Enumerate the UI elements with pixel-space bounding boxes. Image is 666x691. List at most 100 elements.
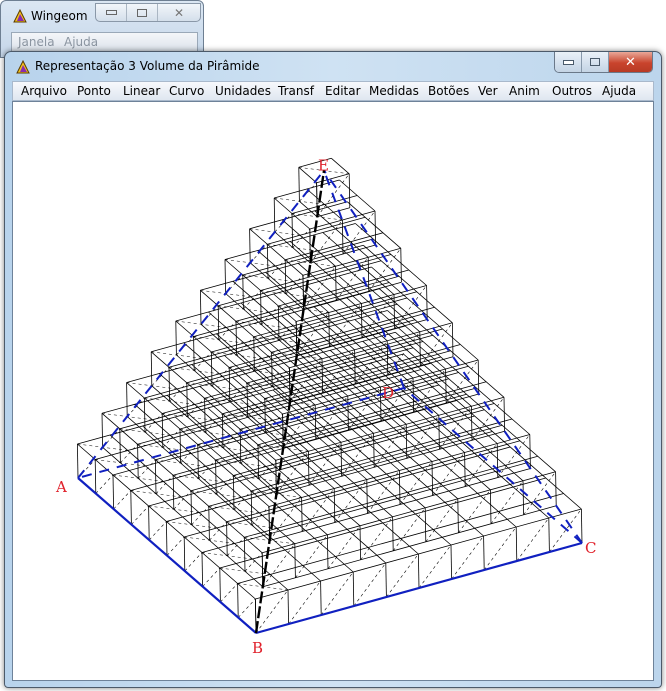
cube-edge	[101, 331, 396, 414]
cube-edge	[399, 470, 401, 505]
hidden-cube-edge	[276, 451, 309, 495]
cube-edge	[555, 471, 557, 506]
cube-edge	[130, 490, 132, 525]
cube-edge	[168, 367, 170, 402]
hidden-cube-edge	[360, 516, 393, 560]
cube-edge	[219, 567, 221, 603]
cube-edge	[249, 262, 304, 310]
cube-edge	[490, 489, 492, 524]
cube-edge	[347, 395, 349, 431]
cube-edge	[522, 480, 524, 515]
cube-edge	[328, 312, 330, 347]
cube-edge	[320, 580, 322, 616]
hidden-cube-edge	[202, 567, 221, 587]
point-label-b: B	[252, 639, 263, 657]
hidden-cube-edge	[308, 442, 342, 486]
cube-edge	[340, 442, 342, 477]
cube-edge	[237, 493, 564, 584]
cube-edge	[294, 543, 296, 578]
cube-edge	[112, 474, 114, 510]
cube-edge	[355, 223, 427, 286]
cube-edge	[374, 210, 376, 246]
hidden-cube-edge	[220, 583, 238, 603]
cube-edge	[94, 459, 97, 494]
cube-edge	[348, 173, 351, 208]
cube-edge	[119, 347, 414, 430]
hidden-cube-edge	[420, 322, 453, 366]
hidden-cube-edge	[523, 471, 556, 515]
cube-edge	[102, 446, 264, 588]
cube-edge	[464, 452, 466, 487]
cube-edge	[314, 404, 317, 440]
cube-edge	[515, 526, 518, 562]
hidden-cube-edge	[191, 506, 210, 526]
cube-edge	[333, 488, 336, 523]
hidden-cube-edge	[399, 461, 433, 505]
hidden-cube-edge	[113, 490, 132, 510]
hidden-cube-edge	[237, 598, 256, 618]
hidden-cube-edge	[445, 359, 479, 404]
cube-edge	[226, 440, 521, 523]
cube-edge	[262, 471, 556, 554]
cube-edge	[483, 535, 485, 571]
cube-edge	[244, 537, 246, 572]
cube-edge	[271, 352, 273, 387]
cube-edge	[452, 322, 454, 357]
cube-edge	[330, 253, 421, 333]
cube-edge	[200, 290, 202, 325]
cube-edge	[287, 589, 289, 625]
cube-edge	[327, 534, 329, 569]
cube-edge	[224, 259, 226, 294]
cube-edge	[233, 403, 495, 476]
hidden-cube-edge	[301, 488, 335, 532]
cube-edge	[301, 497, 303, 532]
cube-edge	[197, 444, 199, 479]
hidden-cube-edge	[464, 443, 498, 487]
cube-edge	[321, 358, 323, 393]
hidden-cube-edge	[166, 536, 185, 556]
hidden-cube-edge	[173, 490, 192, 510]
cube-edge	[298, 167, 300, 202]
cube-edge	[385, 562, 387, 598]
cube-edge	[172, 475, 175, 510]
hidden-cube-edge	[373, 424, 407, 468]
cube-edge	[179, 428, 181, 464]
cube-edge	[298, 166, 317, 184]
cube-edge	[249, 228, 251, 263]
hidden-cube-edge	[458, 489, 491, 533]
cube-edge	[244, 455, 538, 538]
hidden-cube-edge	[120, 444, 138, 464]
hidden-cube-edge	[226, 537, 245, 557]
cube-edge	[496, 443, 499, 478]
cube-edge	[226, 521, 228, 556]
cube-edge	[151, 385, 277, 495]
cube-edge	[242, 274, 244, 310]
cube-edge	[190, 409, 485, 492]
cube-edge	[246, 382, 248, 418]
cube-edge	[233, 475, 235, 510]
cube-edge	[155, 459, 157, 494]
hidden-cube-edge	[327, 525, 361, 569]
cube-edge	[278, 305, 280, 341]
hidden-cube-edge	[95, 474, 114, 494]
cube-edge	[262, 505, 557, 588]
cube-edge	[308, 451, 310, 486]
cube-edge	[339, 179, 376, 212]
pyramid-scene: A B C D E	[55, 157, 596, 658]
cube-edge	[380, 386, 382, 422]
cube-edge	[250, 490, 253, 526]
cube-edge	[450, 544, 452, 580]
cube-edge	[126, 382, 128, 417]
point-label-a: A	[55, 478, 67, 496]
cube-edge	[548, 517, 550, 553]
hidden-cube-edge	[155, 475, 174, 495]
hidden-cube-edge	[341, 433, 374, 477]
cube-edge	[331, 157, 350, 175]
cube-edge	[228, 367, 231, 402]
hidden-cube-edge	[368, 248, 402, 292]
cube-edge	[193, 336, 195, 371]
cube-edge	[237, 583, 239, 618]
cube-edge	[278, 269, 409, 307]
hidden-cube-edge	[209, 521, 227, 541]
cube-edge	[424, 507, 427, 542]
